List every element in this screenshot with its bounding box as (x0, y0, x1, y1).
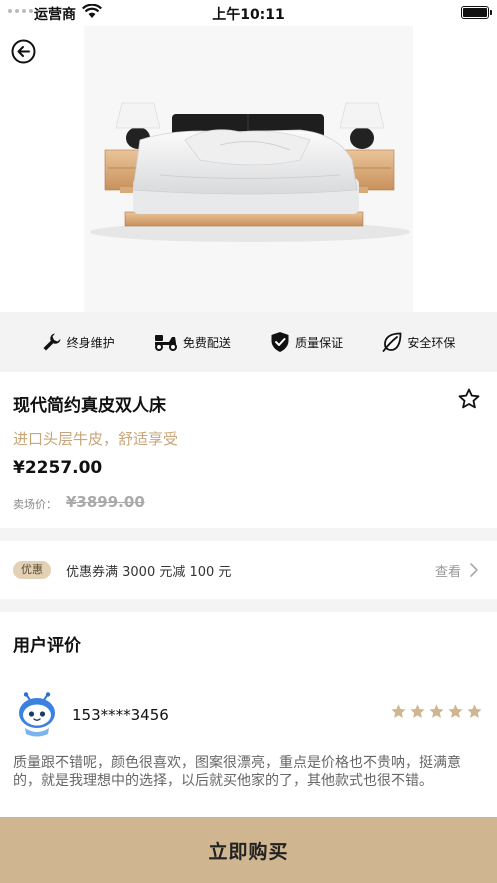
coupon-text: 优惠券满 3000 元减 100 元 (66, 565, 232, 580)
market-price: ¥3899.00 (66, 493, 145, 511)
scooter-icon (154, 335, 177, 351)
status-bar: 运营商 上午10:11 (0, 0, 497, 26)
product-subtitle: 进口头层牛皮，舒适享受 (13, 430, 179, 448)
rating-stars (390, 703, 483, 720)
shield-check-icon (271, 332, 289, 352)
feature-delivery: 免费配送 (154, 333, 231, 351)
back-arrow-icon (11, 39, 36, 64)
feature-label: 安全环保 (407, 335, 456, 350)
avatar (19, 692, 55, 737)
coupon-view-link[interactable]: 查看 (435, 561, 461, 580)
reviews-section: 用户评价 153****3456 质量跟不错呢，颜色很喜欢，图案很漂亮，重点是价… (0, 612, 497, 817)
star-icon (410, 704, 425, 718)
coupon-badge: 优惠 (13, 561, 51, 579)
product-title: 现代简约真皮双人床 (13, 396, 166, 416)
feature-eco: 安全环保 (382, 332, 455, 352)
bed-image (90, 102, 410, 242)
review-text: 质量跟不错呢，颜色很喜欢，图案很漂亮，重点是价格也不贵呐，挺满意的，就是我理想中… (13, 755, 461, 789)
star-icon (467, 704, 482, 718)
leaf-icon (382, 332, 402, 352)
clock-label: 上午10:11 (212, 7, 285, 23)
back-button[interactable] (11, 39, 36, 64)
favorite-star-icon[interactable] (457, 387, 481, 415)
product-image (0, 0, 497, 312)
buy-now-button[interactable]: 立即购买 (0, 817, 497, 883)
product-price: ¥2257.00 (13, 458, 103, 478)
chevron-right-icon (470, 563, 478, 577)
market-price-label: 卖场价： (13, 498, 57, 511)
coupon-row[interactable]: 优惠 优惠券满 3000 元减 100 元 查看 (0, 541, 497, 599)
reviews-title: 用户评价 (13, 636, 81, 656)
star-icon (391, 704, 406, 718)
feature-maintenance: 终身维护 (42, 332, 115, 352)
wrench-icon (43, 333, 61, 351)
reviewer-name: 153****3456 (72, 706, 169, 724)
battery-icon (461, 6, 492, 19)
star-icon (448, 704, 463, 718)
product-info: 现代简约真皮双人床 进口头层牛皮，舒适享受 ¥2257.00 卖场价： ¥389… (0, 372, 497, 528)
feature-strip: 终身维护 免费配送 质量保证 安全环保 (0, 312, 497, 372)
feature-label: 质量保证 (295, 335, 344, 350)
feature-quality: 质量保证 (270, 331, 343, 353)
star-icon (429, 704, 444, 718)
feature-label: 终身维护 (66, 335, 115, 350)
feature-label: 免费配送 (182, 335, 231, 350)
